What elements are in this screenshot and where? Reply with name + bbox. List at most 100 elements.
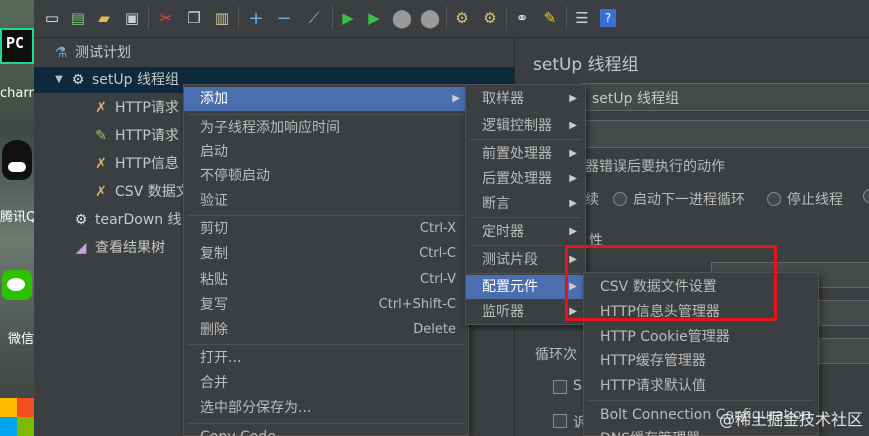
submenu-item-post-processor[interactable]: 后置处理器 ▶: [466, 167, 585, 191]
radio-button[interactable]: [613, 192, 627, 206]
submenu-item-http-request-defaults[interactable]: HTTP请求默认值: [584, 374, 818, 398]
function-helper-icon[interactable]: ☰: [572, 8, 592, 28]
menu-item-label: 剪切: [200, 221, 228, 237]
radio-button[interactable]: [767, 192, 781, 206]
same-user-checkbox[interactable]: [553, 380, 567, 394]
tree-item-http-header[interactable]: ✗ HTTP信息: [92, 151, 179, 177]
chevron-right-icon: ▶: [569, 306, 577, 317]
radio-label: 停止线程: [787, 192, 843, 208]
open-icon[interactable]: ▰: [94, 8, 114, 28]
cut-icon[interactable]: ✂: [156, 8, 176, 28]
submenu-item-logic-controller[interactable]: 逻辑控制器 ▶: [466, 114, 585, 138]
ramp-up-field[interactable]: [819, 300, 869, 326]
loop-count-field[interactable]: [819, 338, 869, 364]
reset-search-icon[interactable]: ✎: [540, 8, 560, 28]
tree-item-http-request-1[interactable]: ✗ HTTP请求: [92, 95, 179, 121]
menu-item-accelerator: Ctrl-C: [419, 246, 456, 261]
watermark: @稀土掘金技术社区: [718, 410, 863, 429]
menu-item-delete[interactable]: 删除 Delete: [184, 318, 468, 342]
submenu-item-csv-data-set[interactable]: CSV 数据文件设置: [584, 275, 818, 299]
menu-item-label: Copy Code: [200, 425, 276, 436]
radio-stop-thread[interactable]: 停止线程: [767, 189, 843, 209]
radio-button[interactable]: [863, 189, 869, 203]
menu-item-merge[interactable]: 合并: [184, 371, 468, 395]
delay-checkbox[interactable]: [553, 414, 567, 428]
paste-icon[interactable]: ▥: [212, 8, 232, 28]
submenu-item-sampler[interactable]: 取样器 ▶: [466, 87, 585, 111]
menu-item-label: HTTP请求默认值: [600, 378, 706, 394]
chevron-down-icon[interactable]: ▼: [54, 67, 64, 93]
radio-label: 启动下一进程循环: [633, 192, 745, 208]
chevron-right-icon: ▶: [569, 198, 577, 209]
radio-next-loop[interactable]: 启动下一进程循环: [613, 189, 745, 209]
submenu-item-test-fragment[interactable]: 测试片段 ▶: [466, 248, 585, 272]
sampler-icon: ✗: [95, 100, 107, 116]
start-no-pause-icon[interactable]: ▶: [364, 8, 384, 28]
menu-item-add-response-time[interactable]: 为子线程添加响应时间: [184, 116, 468, 140]
radio-continue-label[interactable]: 续: [585, 189, 599, 209]
save-icon[interactable]: ▣: [122, 8, 142, 28]
menu-item-validate[interactable]: 验证: [184, 189, 468, 213]
submenu-item-http-cookie-manager[interactable]: HTTP Cookie管理器: [584, 325, 818, 349]
chevron-right-icon: ▶: [569, 254, 577, 265]
menu-item-label: 启动: [200, 144, 228, 160]
tree-item-csv-data[interactable]: ✗ CSV 数据文: [92, 179, 190, 205]
menu-item-paste[interactable]: 粘贴 Ctrl-V: [184, 268, 468, 292]
tree-item-test-plan[interactable]: ⚗ 测试计划: [52, 40, 131, 66]
clear-all-icon[interactable]: ⚙: [480, 8, 500, 28]
menu-item-accelerator: Ctrl+Shift-C: [378, 297, 456, 312]
submenu-item-pre-processor[interactable]: 前置处理器 ▶: [466, 142, 585, 166]
chevron-right-icon: ▶: [569, 148, 577, 159]
menu-item-label: HTTP信息头管理器: [600, 304, 720, 320]
menu-item-start-no-pause[interactable]: 不停顿启动: [184, 164, 468, 188]
menu-item-copy-code[interactable]: Copy Code: [184, 425, 468, 436]
menu-item-add[interactable]: 添加 ▶: [184, 87, 468, 111]
windows-app-icon[interactable]: [0, 398, 34, 436]
submenu-item-config-element[interactable]: 配置元件 ▶: [466, 275, 585, 299]
clear-icon[interactable]: ⚙: [452, 8, 472, 28]
submenu-item-timer[interactable]: 定时器 ▶: [466, 220, 585, 244]
expand-icon[interactable]: +: [246, 8, 266, 29]
config-icon: ✗: [95, 156, 107, 172]
radio-next-partial[interactable]: [863, 189, 869, 205]
shutdown-icon[interactable]: ⬤: [420, 8, 440, 29]
menu-item-label: HTTP Cookie管理器: [600, 329, 730, 345]
comment-field[interactable]: [581, 120, 869, 148]
name-field[interactable]: setUp 线程组: [581, 83, 869, 111]
submenu-item-assertion[interactable]: 断言 ▶: [466, 192, 585, 216]
search-icon[interactable]: ⚭: [512, 8, 532, 28]
thread-props-label: 性: [589, 233, 603, 249]
menu-item-start[interactable]: 启动: [184, 140, 468, 164]
submenu-item-http-header-manager[interactable]: HTTP信息头管理器: [584, 300, 818, 324]
pycharm-icon[interactable]: PC: [0, 28, 34, 64]
submenu-item-listener[interactable]: 监听器 ▶: [466, 300, 585, 324]
menu-item-duplicate[interactable]: 复写 Ctrl+Shift-C: [184, 293, 468, 317]
menu-item-label: 后置处理器: [482, 171, 552, 187]
menu-item-label: 逻辑控制器: [482, 118, 552, 134]
menu-item-label: 不停顿启动: [200, 168, 270, 184]
menu-item-cut[interactable]: 剪切 Ctrl-X: [184, 217, 468, 241]
tree-item-view-results-tree[interactable]: ◢ 查看结果树: [72, 235, 165, 261]
wechat-label: 微信: [8, 332, 34, 347]
menu-item-label: 复写: [200, 297, 228, 313]
start-icon[interactable]: ▶: [338, 8, 358, 28]
tree-item-http-request-2[interactable]: ✎ HTTP请求: [92, 123, 179, 149]
menu-item-save-selection[interactable]: 选中部分保存为...: [184, 396, 468, 420]
menu-item-copy[interactable]: 复制 Ctrl-C: [184, 242, 468, 266]
templates-icon[interactable]: ▤: [68, 8, 88, 28]
wechat-icon[interactable]: [2, 270, 32, 300]
menu-item-label: 取样器: [482, 91, 524, 107]
qq-icon[interactable]: [2, 140, 32, 180]
submenu-item-http-cache-manager[interactable]: HTTP缓存管理器: [584, 349, 818, 373]
menu-item-open[interactable]: 打开...: [184, 346, 468, 370]
new-icon[interactable]: ▭: [42, 8, 62, 28]
gear-icon: ⚙: [71, 72, 85, 88]
stop-icon[interactable]: ⬤: [392, 8, 412, 29]
collapse-icon[interactable]: −: [274, 8, 294, 29]
toggle-icon[interactable]: ⟋: [304, 8, 324, 28]
copy-icon[interactable]: ❐: [184, 8, 204, 28]
help-icon[interactable]: ?: [600, 9, 616, 27]
tree-item-teardown-thread-group[interactable]: ⚙ tearDown 线: [72, 207, 182, 233]
menu-item-label: 验证: [200, 193, 228, 209]
chevron-right-icon: ▶: [569, 120, 577, 131]
